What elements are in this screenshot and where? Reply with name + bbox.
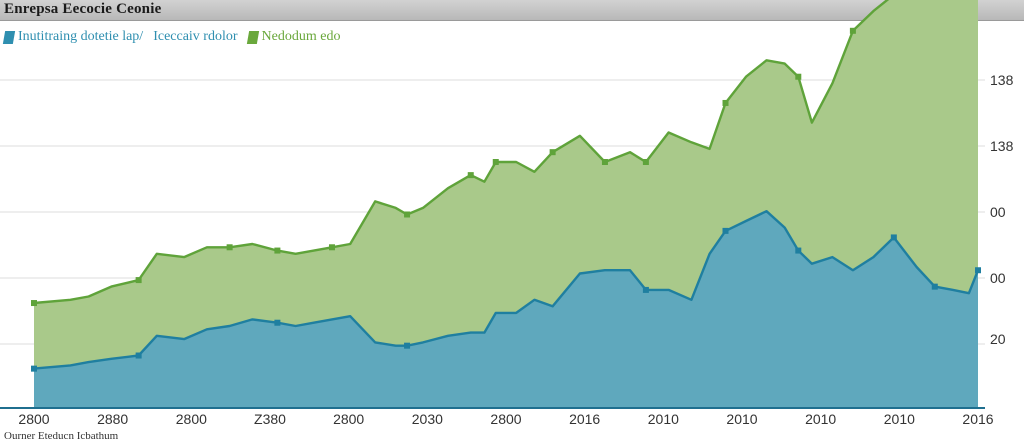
x-tick-label-8: 2016	[569, 411, 600, 427]
data-point-upper-40	[849, 27, 856, 34]
x-tick-label-9: 2010	[648, 411, 679, 427]
x-tick-label-12: 2010	[884, 411, 915, 427]
data-point-lower-10	[274, 319, 281, 326]
source-note: Ourner Eteducn Icbathum	[4, 430, 119, 442]
x-tick-label-7: 2800	[490, 411, 521, 427]
y-tick-label-3: 00	[990, 204, 1006, 220]
x-tick-label-1: 2800	[18, 411, 49, 427]
y-tick-label-2: 138	[990, 138, 1014, 154]
x-tick-label-2: 2880	[97, 411, 128, 427]
data-point-lower-17	[404, 342, 411, 349]
data-point-lower-37	[795, 247, 802, 254]
data-point-upper-4	[135, 277, 142, 284]
y-tick-label-1: 138	[990, 72, 1014, 88]
data-point-upper-27	[601, 159, 608, 165]
data-point-upper-20	[467, 172, 474, 179]
data-point-upper-8	[226, 244, 233, 251]
x-tick-label-11: 2010	[805, 411, 836, 427]
data-point-lower-29	[642, 286, 649, 293]
data-point-upper-33	[722, 99, 729, 106]
data-point-lower-47	[975, 267, 981, 274]
x-tick-label-4: Z380	[254, 411, 286, 427]
data-point-lower-42	[890, 234, 897, 241]
data-point-upper-13	[328, 244, 335, 251]
y-tick-label-5: 20	[990, 331, 1006, 347]
data-point-lower-44	[931, 283, 938, 290]
data-point-lower-33	[722, 227, 729, 234]
y-tick-label-4: 00	[990, 270, 1006, 286]
data-point-upper-10	[274, 247, 281, 254]
data-point-upper-25	[549, 149, 556, 156]
x-tick-label-3: 2800	[176, 411, 207, 427]
data-point-lower-4	[135, 352, 142, 359]
data-point-upper-0	[31, 300, 37, 307]
x-tick-label-10: 2010	[726, 411, 757, 427]
data-point-lower-0	[31, 365, 37, 372]
x-tick-label-13: 2016	[962, 411, 993, 427]
data-point-upper-22	[492, 159, 499, 165]
area-chart: 2800 2880 2800 Z380 2800 2030 2800 2016 2010 2010…	[0, 0, 1014, 427]
x-tick-label-6: 2030	[412, 411, 443, 427]
x-tick-label-5: 2800	[333, 411, 364, 427]
data-point-upper-29	[642, 159, 649, 165]
data-point-upper-37	[795, 73, 802, 80]
data-point-upper-17	[404, 211, 411, 218]
